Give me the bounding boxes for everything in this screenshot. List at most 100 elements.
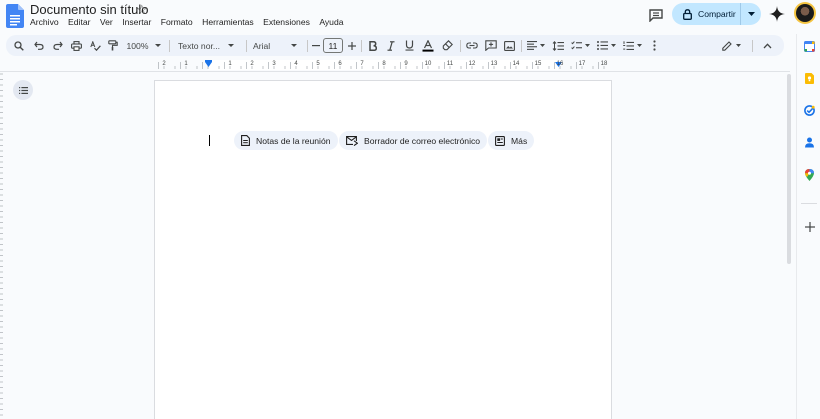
font-select[interactable]: Arial xyxy=(249,35,304,56)
numbered-list-button[interactable] xyxy=(620,35,644,56)
caret-down-icon xyxy=(747,12,755,16)
insert-image-button[interactable] xyxy=(501,35,518,56)
underline-button[interactable] xyxy=(401,35,417,56)
document-outline-button[interactable] xyxy=(13,80,33,100)
caret-down-icon xyxy=(291,44,298,47)
add-comment-button[interactable] xyxy=(482,35,499,56)
underline-icon xyxy=(405,40,413,51)
spelling-button[interactable] xyxy=(87,35,103,56)
toolbar-divider xyxy=(460,40,461,52)
meeting-notes-chip[interactable]: Notas de la reunión xyxy=(234,131,338,150)
checklist-icon xyxy=(570,40,582,49)
account-avatar[interactable] xyxy=(794,2,816,24)
ruler-label: 18 xyxy=(600,61,608,67)
more-templates-chip[interactable]: Más xyxy=(488,131,535,150)
menu-insertar[interactable]: Insertar xyxy=(122,17,151,27)
line-spacing-icon xyxy=(552,40,564,51)
contacts-icon xyxy=(805,137,814,148)
menu-extensiones[interactable]: Extensiones xyxy=(263,17,310,27)
bulleted-list-button[interactable] xyxy=(594,35,618,56)
tasks-app-button[interactable] xyxy=(803,104,816,117)
lock-icon xyxy=(683,8,692,20)
image-icon xyxy=(504,40,515,51)
toolbar-divider xyxy=(752,40,753,52)
search-menus-button[interactable] xyxy=(10,35,28,56)
vertical-ruler[interactable] xyxy=(0,72,4,419)
ruler-label: 5 xyxy=(316,61,320,67)
plus-icon xyxy=(804,221,815,232)
text-cursor xyxy=(209,135,210,146)
paint-format-button[interactable] xyxy=(105,35,121,56)
bold-button[interactable] xyxy=(365,35,381,56)
scrollbar-thumb[interactable] xyxy=(787,74,791,264)
share-button[interactable]: Compartir xyxy=(672,3,741,25)
get-add-ons-button[interactable] xyxy=(803,220,816,233)
insert-link-button[interactable] xyxy=(463,35,480,56)
top-bar: Documento sin título ☆ Archivo Editar Ve… xyxy=(0,0,820,34)
style-select[interactable]: Texto nor... xyxy=(174,35,244,56)
print-button[interactable] xyxy=(68,35,85,56)
maps-app-button[interactable] xyxy=(803,168,816,181)
star-icon[interactable]: ☆ xyxy=(136,2,148,18)
italic-icon xyxy=(387,40,395,51)
text-color-button[interactable] xyxy=(419,35,436,56)
hide-menus-button[interactable] xyxy=(759,35,776,56)
ruler-label: 2 xyxy=(250,61,254,67)
docs-logo-icon[interactable] xyxy=(6,4,24,28)
document-title[interactable]: Documento sin título xyxy=(30,2,149,17)
menu-editar[interactable]: Editar xyxy=(68,17,90,27)
line-spacing-button[interactable] xyxy=(549,35,566,56)
ruler-label: 3 xyxy=(272,61,276,67)
menu-ayuda[interactable]: Ayuda xyxy=(319,17,343,27)
plus-icon xyxy=(347,41,356,50)
caret-down-icon xyxy=(228,44,235,47)
comment-history-button[interactable] xyxy=(646,6,666,24)
menu-herramientas[interactable]: Herramientas xyxy=(202,17,254,27)
caret-down-icon xyxy=(610,44,616,47)
meeting-notes-label: Notas de la reunión xyxy=(256,135,331,146)
undo-button[interactable] xyxy=(31,35,47,56)
ruler-label: 12 xyxy=(468,61,476,67)
increase-font-size-button[interactable] xyxy=(345,35,358,56)
maps-icon xyxy=(805,168,814,181)
decrease-font-size-button[interactable] xyxy=(309,35,322,56)
first-line-indent-marker[interactable] xyxy=(205,60,212,62)
keep-app-button[interactable] xyxy=(803,72,816,85)
share-dropdown-button[interactable] xyxy=(741,3,761,25)
left-indent-marker[interactable] xyxy=(205,62,212,68)
text-color-icon xyxy=(422,39,433,52)
font-size-input[interactable]: 11 xyxy=(323,38,343,53)
zoom-value: 100% xyxy=(126,40,149,51)
calendar-app-button[interactable] xyxy=(803,40,816,53)
ruler-label: 13 xyxy=(490,61,498,67)
toolbar-divider xyxy=(169,40,170,52)
link-icon xyxy=(465,42,478,49)
checklist-button[interactable] xyxy=(568,35,592,56)
more-options-button[interactable] xyxy=(646,35,663,56)
horizontal-ruler[interactable]: 2 1 1 2 3 4 5 6 7 8 9 10 11 12 13 14 15 16 17 18 xyxy=(154,60,612,70)
toolbar-divider xyxy=(521,40,522,52)
toolbar-divider xyxy=(361,40,362,52)
ruler-label: 16 xyxy=(556,61,564,67)
italic-button[interactable] xyxy=(383,35,399,56)
list-icon xyxy=(18,86,28,94)
contacts-app-button[interactable] xyxy=(803,136,816,149)
ruler-label: 14 xyxy=(512,61,520,67)
bulleted-list-icon xyxy=(596,41,608,50)
menu-formato[interactable]: Formato xyxy=(161,17,193,27)
highlight-color-button[interactable] xyxy=(439,35,456,56)
editing-mode-button[interactable] xyxy=(718,35,744,56)
redo-button[interactable] xyxy=(50,35,66,56)
menu-ver[interactable]: Ver xyxy=(100,17,113,27)
email-draft-chip[interactable]: Borrador de correo electrónico xyxy=(339,131,488,150)
search-icon xyxy=(14,40,24,51)
pencil-icon xyxy=(721,40,732,51)
avatar-image xyxy=(796,4,814,22)
ruler-label: 2 xyxy=(162,61,166,67)
menu-archivo[interactable]: Archivo xyxy=(30,17,59,27)
align-button[interactable] xyxy=(524,35,548,56)
caret-down-icon xyxy=(636,44,642,47)
gemini-spark-icon[interactable] xyxy=(769,6,785,22)
document-icon xyxy=(241,135,250,146)
zoom-select[interactable]: 100% xyxy=(124,35,164,56)
